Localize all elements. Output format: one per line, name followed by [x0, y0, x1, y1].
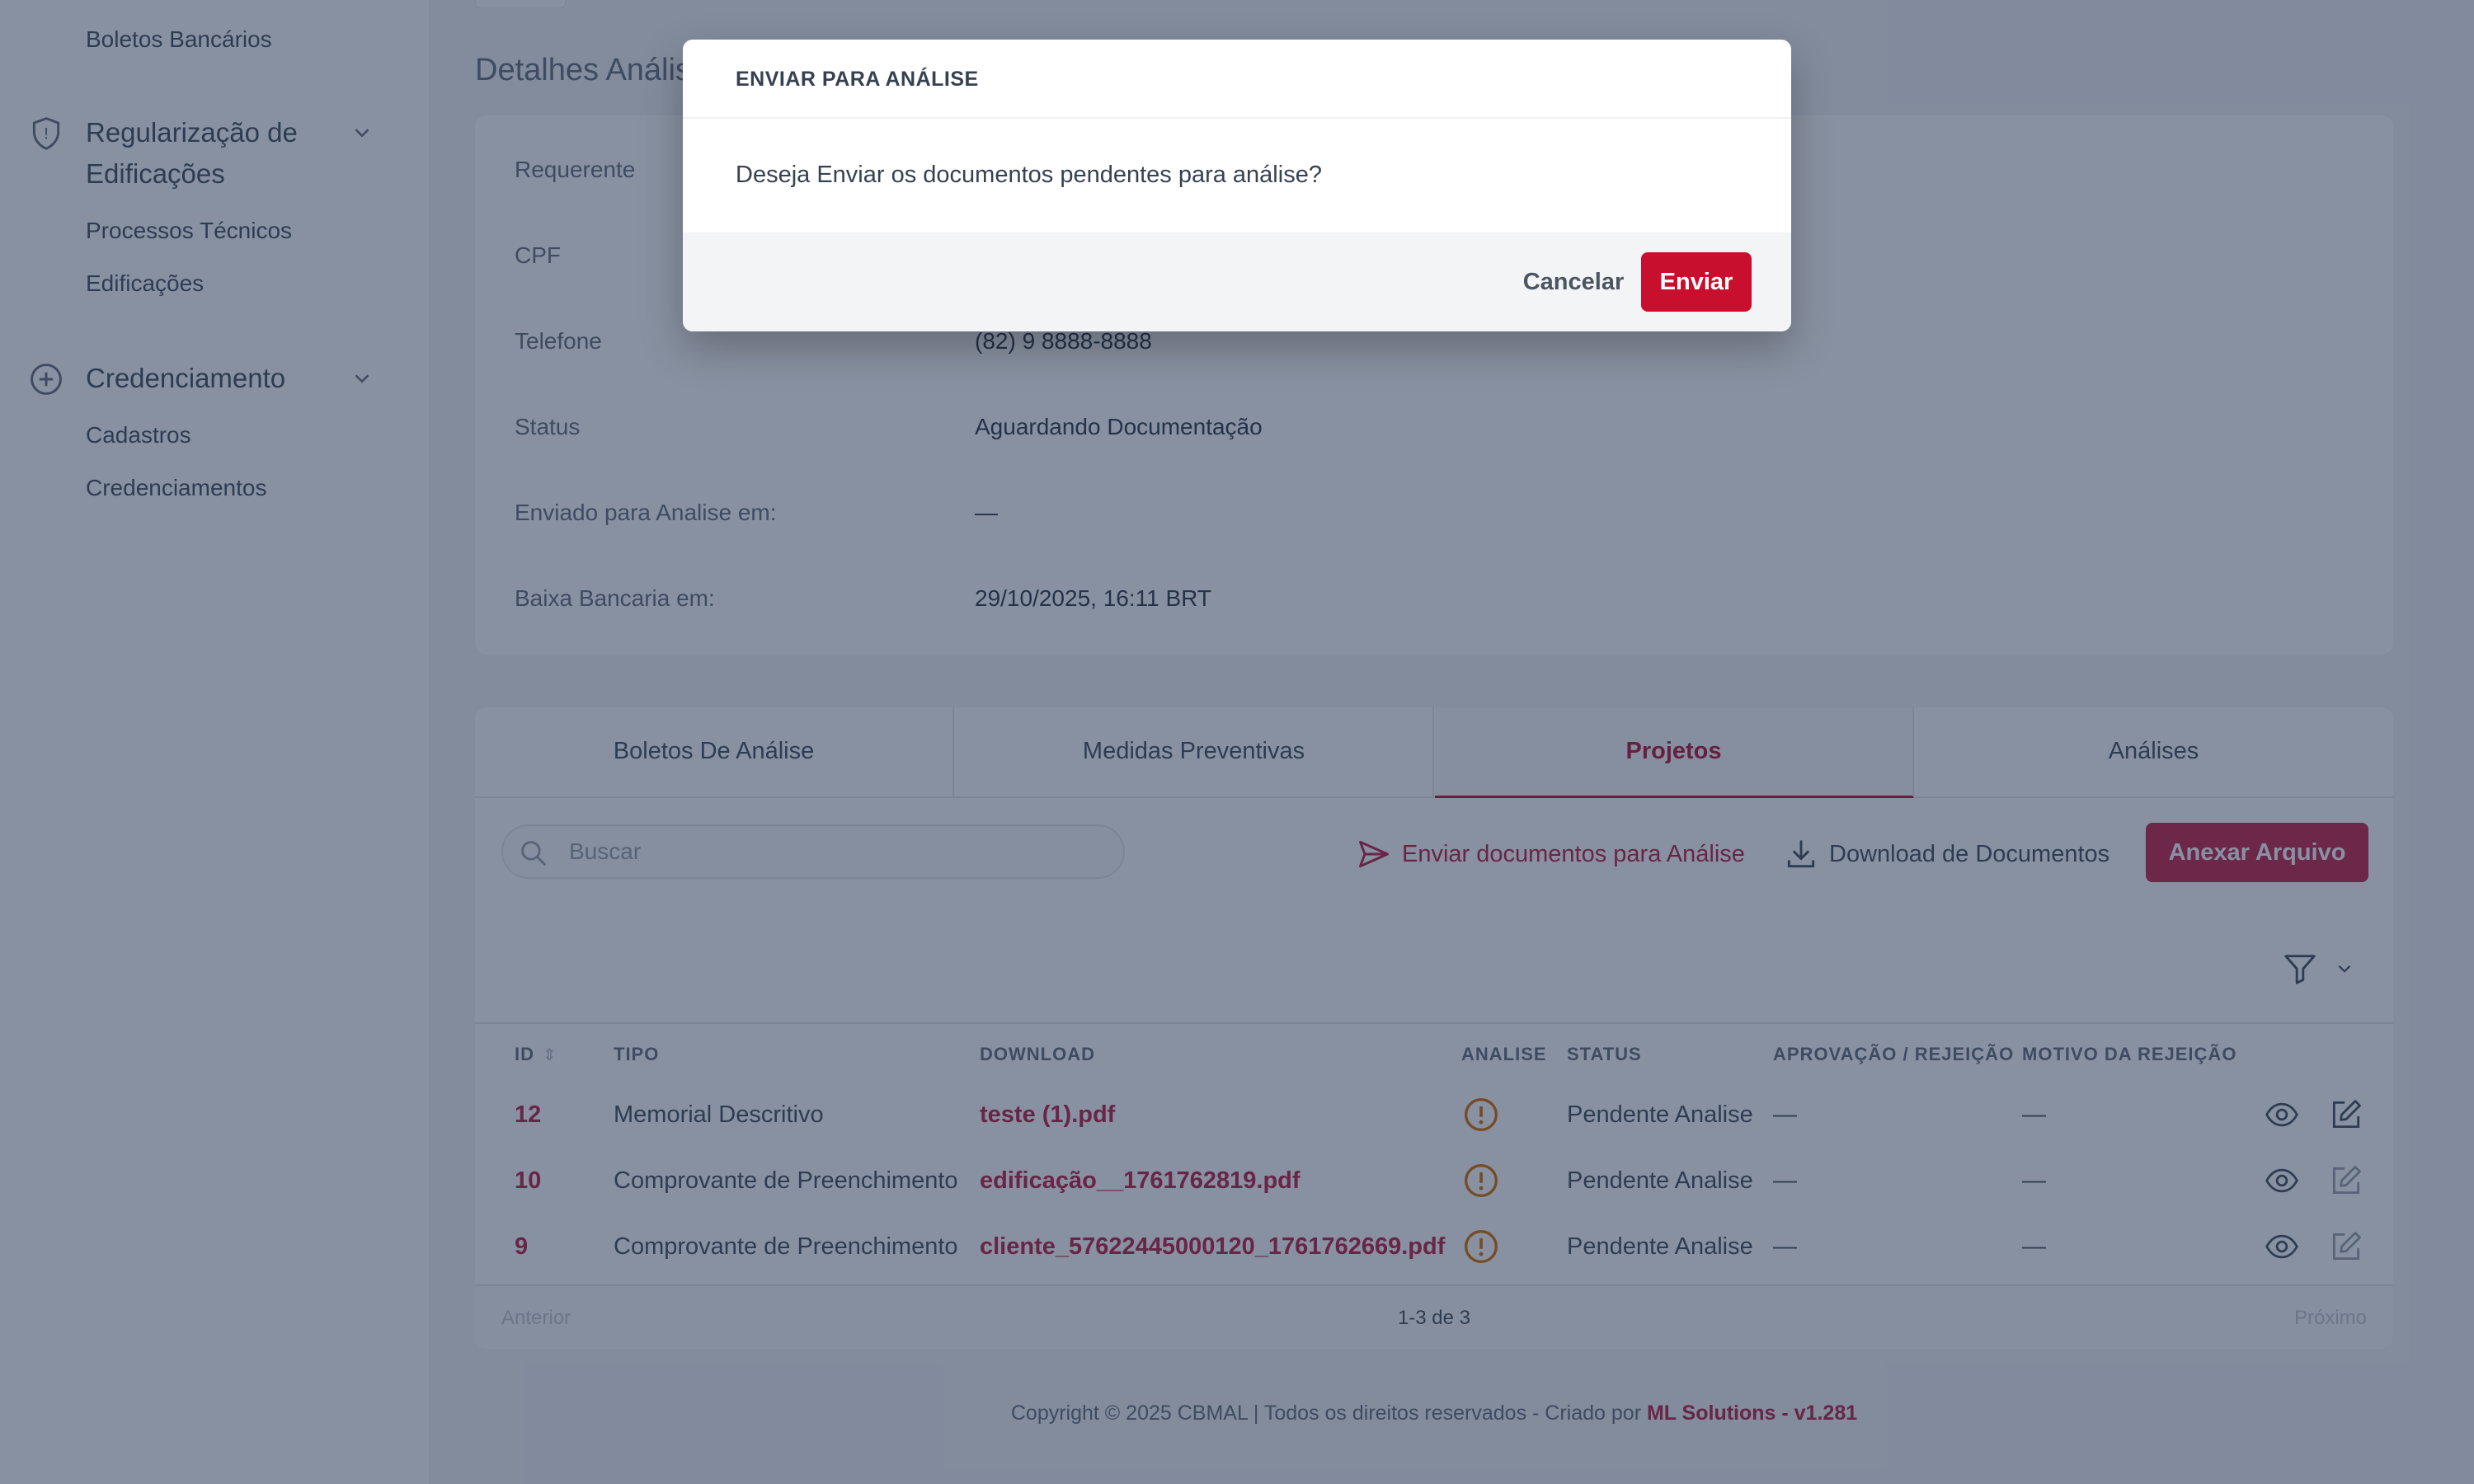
dialog-message: Deseja Enviar os documentos pendentes pa…: [736, 162, 1322, 188]
cancel-button[interactable]: Cancelar: [1507, 252, 1639, 312]
dialog-footer: Cancelar Enviar: [683, 232, 1791, 331]
dialog-title: ENVIAR PARA ANÁLISE: [736, 68, 979, 91]
confirm-send-button[interactable]: Enviar: [1641, 252, 1752, 312]
dialog-header: ENVIAR PARA ANÁLISE: [683, 40, 1791, 119]
send-for-analysis-dialog: ENVIAR PARA ANÁLISE Deseja Enviar os doc…: [683, 40, 1791, 331]
